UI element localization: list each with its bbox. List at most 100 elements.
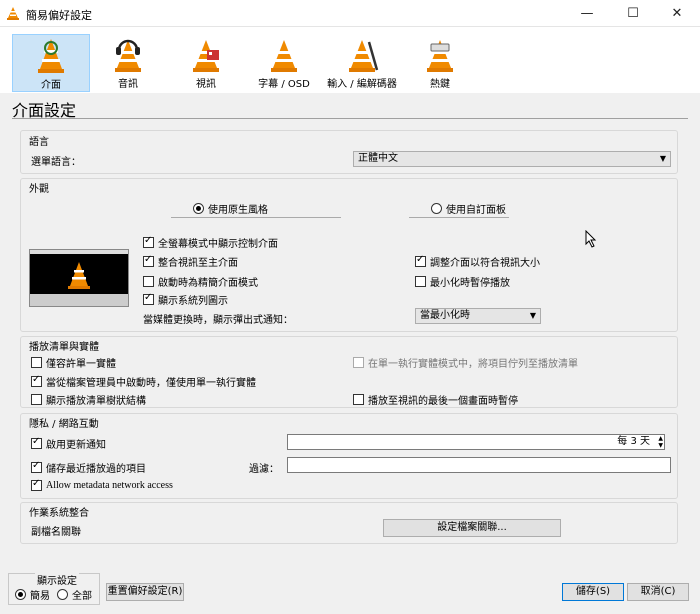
- enqueue-checkbox[interactable]: 在單一執行實體模式中，將項目佇列至播放清單: [353, 355, 578, 370]
- checkbox-label: Allow metadata network access: [46, 480, 173, 491]
- checkbox-indicator: [353, 394, 364, 405]
- all-mode-radio[interactable]: 全部: [57, 587, 92, 602]
- checkbox-label: 僅容許單一實體: [46, 359, 116, 370]
- checkbox-label: 儲存最近播放過的項目: [46, 464, 146, 475]
- recent-items-checkbox[interactable]: 儲存最近播放過的項目: [31, 460, 146, 475]
- checkbox-indicator: [31, 374, 42, 387]
- filter-label: 過濾：: [249, 464, 279, 475]
- metadata-access-checkbox[interactable]: Allow metadata network access: [31, 478, 173, 491]
- tab-subtitles-osd[interactable]: 字幕 / OSD: [246, 34, 322, 90]
- reset-preferences-button[interactable]: 重置偏好設定(R): [106, 583, 184, 601]
- checkbox-label: 當從檔案管理員中啟動時，僅使用單一執行實體: [46, 378, 256, 389]
- checkbox-indicator: [31, 436, 42, 449]
- tab-hotkeys[interactable]: 熱鍵: [402, 34, 478, 90]
- custom-skin-radio[interactable]: 使用自訂面板: [431, 201, 506, 216]
- tab-video[interactable]: 視訊: [168, 34, 244, 90]
- checkbox-label: 調整介面以符合視訊大小: [430, 258, 540, 269]
- close-button[interactable]: ✕: [654, 0, 700, 26]
- radio-label: 全部: [72, 591, 92, 602]
- tab-label: 音訊: [118, 79, 138, 90]
- checkbox-indicator: [143, 235, 154, 248]
- category-toolbar: 介面 音訊 視訊 字幕 / OSD 輸入 / 編解碼器 熱鍵: [0, 27, 700, 93]
- checkbox-indicator: [31, 478, 42, 491]
- checkbox-label: 啟動時為精簡介面模式: [158, 278, 258, 289]
- cancel-button[interactable]: 取消(C): [627, 583, 689, 601]
- hotkeys-icon: [427, 40, 453, 72]
- radio-indicator: [193, 203, 204, 214]
- maximize-button[interactable]: ☐: [610, 0, 656, 26]
- preview-menubar: [30, 250, 128, 254]
- simple-mode-radio[interactable]: 簡易: [15, 587, 50, 602]
- pause-minimized-checkbox[interactable]: 最小化時暫停播放: [415, 274, 510, 289]
- tab-label: 視訊: [196, 79, 216, 90]
- checkbox-indicator: [353, 357, 364, 368]
- tab-audio[interactable]: 音訊: [90, 34, 166, 90]
- preview-controls: [30, 294, 128, 306]
- checkbox-label: 在單一執行實體模式中，將項目佇列至播放清單: [368, 359, 578, 370]
- update-notify-checkbox[interactable]: 啟用更新通知: [31, 436, 106, 451]
- radio-indicator: [15, 589, 26, 600]
- tab-interface[interactable]: 介面: [12, 34, 90, 92]
- radio-label: 簡易: [30, 591, 50, 602]
- subtitles-icon: [271, 40, 297, 72]
- tab-label: 熱鍵: [430, 79, 450, 90]
- filemanager-instance-checkbox[interactable]: 當從檔案管理員中啟動時，僅使用單一執行實體: [31, 374, 256, 389]
- checkbox-label: 顯示系統列圖示: [158, 296, 228, 307]
- section-title: 作業系統整合: [29, 508, 89, 519]
- pause-last-frame-checkbox[interactable]: 播放至視訊的最後一個畫面時暫停: [353, 392, 518, 407]
- systray-icon-checkbox[interactable]: 顯示系統列圖示: [143, 292, 228, 307]
- integrate-video-checkbox[interactable]: 整合視訊至主介面: [143, 254, 238, 269]
- show-settings-label: 顯示設定: [35, 572, 79, 587]
- update-days-spinbox[interactable]: 每 3 天 ▲ ▼: [287, 434, 665, 450]
- divider: [409, 217, 509, 218]
- checkbox-indicator: [31, 460, 42, 473]
- interface-preview-image: [29, 249, 129, 307]
- checkbox-label: 最小化時暫停播放: [430, 278, 510, 289]
- tab-label: 輸入 / 編解碼器: [327, 79, 397, 90]
- appearance-section: 外觀 使用原生風格 使用自訂面板 全螢幕模式中顯示控制介面 整合視訊至主介面 調…: [20, 178, 678, 332]
- checkbox-indicator: [143, 292, 154, 305]
- checkbox-indicator: [143, 276, 154, 287]
- popup-notify-label: 當媒體更換時，顯示彈出式通知：: [143, 315, 293, 326]
- playlist-tree-checkbox[interactable]: 顯示播放清單樹狀結構: [31, 392, 146, 407]
- filter-input[interactable]: [287, 457, 671, 473]
- os-integration-section: 作業系統整合 副檔名關聯 設定檔案關聯...: [20, 502, 678, 544]
- language-section: 語言 選單語言： 正體中文 ▼: [20, 130, 678, 174]
- save-button[interactable]: 儲存(S): [562, 583, 624, 601]
- window-title: 簡易偏好設定: [26, 9, 92, 22]
- resize-interface-checkbox[interactable]: 調整介面以符合視訊大小: [415, 254, 540, 269]
- fullscreen-controls-checkbox[interactable]: 全螢幕模式中顯示控制介面: [143, 235, 278, 250]
- native-style-radio[interactable]: 使用原生風格: [193, 201, 268, 216]
- checkbox-indicator: [31, 357, 42, 368]
- set-file-associations-button[interactable]: 設定檔案關聯...: [383, 519, 561, 537]
- section-title: 外觀: [29, 184, 49, 195]
- radio-indicator: [57, 589, 68, 600]
- section-title: 隱私 / 網路互動: [29, 419, 99, 430]
- language-value: 正體中文: [358, 153, 398, 164]
- divider: [171, 217, 341, 218]
- privacy-section: 隱私 / 網路互動 啟用更新通知 每 3 天 ▲▼ 儲存最近播放過的項目 過濾：…: [20, 413, 678, 499]
- show-settings-group: 顯示設定 簡易 全部: [8, 572, 100, 605]
- interface-icon: [38, 39, 64, 73]
- popup-notify-dropdown[interactable]: 當最小化時 ▼: [415, 308, 541, 324]
- menu-language-label: 選單語言：: [31, 157, 81, 168]
- chevron-down-icon: ▼: [659, 154, 666, 163]
- audio-icon: [115, 39, 141, 72]
- playlist-section: 播放清單與實體 僅容許單一實體 在單一執行實體模式中，將項目佇列至播放清單 當從…: [20, 336, 678, 408]
- custom-skin-label: 使用自訂面板: [446, 205, 506, 216]
- tab-input-codecs[interactable]: 輸入 / 編解碼器: [324, 34, 400, 90]
- checkbox-indicator: [143, 254, 154, 267]
- checkbox-indicator: [415, 254, 426, 267]
- spin-arrows-icon: ▲ ▼: [658, 435, 663, 449]
- section-title: 播放清單與實體: [29, 342, 99, 353]
- minimize-button[interactable]: —: [564, 0, 610, 26]
- update-days-value: 每 3 天: [617, 436, 650, 447]
- one-instance-checkbox[interactable]: 僅容許單一實體: [31, 355, 116, 370]
- checkbox-label: 播放至視訊的最後一個畫面時暫停: [368, 396, 518, 407]
- radio-indicator: [431, 203, 442, 214]
- checkbox-indicator: [31, 394, 42, 405]
- cone-icon: [68, 262, 90, 289]
- language-dropdown[interactable]: 正體中文 ▼: [353, 151, 671, 167]
- checkbox-label: 全螢幕模式中顯示控制介面: [158, 239, 278, 250]
- minimal-mode-checkbox[interactable]: 啟動時為精簡介面模式: [143, 274, 258, 289]
